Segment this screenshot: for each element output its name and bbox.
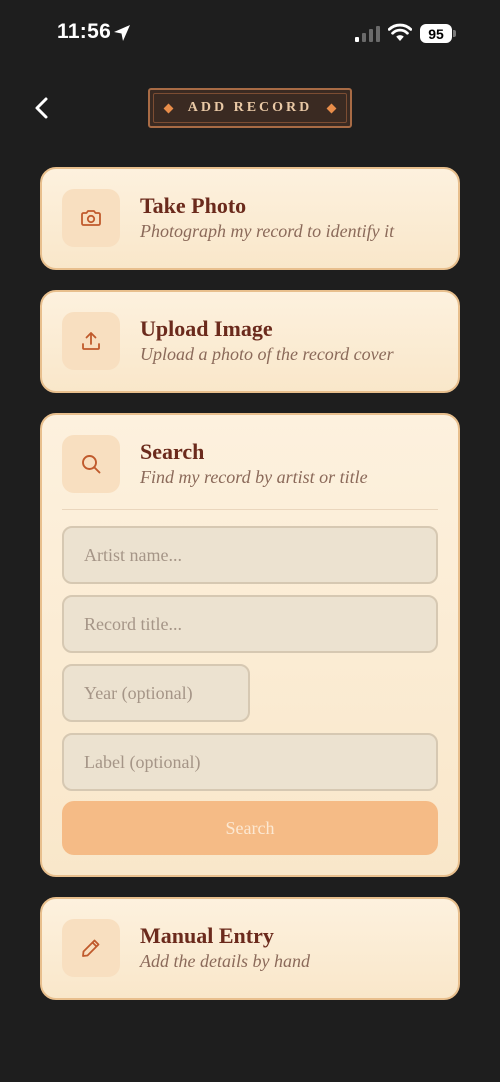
upload-image-subtitle: Upload a photo of the record cover	[140, 344, 394, 364]
page-title-badge: ADD RECORD	[148, 88, 352, 128]
status-bar: 11:56 95	[0, 0, 500, 68]
divider	[62, 509, 438, 510]
battery-level: 95	[420, 24, 452, 43]
manual-entry-card[interactable]: Manual Entry Add the details by hand	[40, 897, 460, 1000]
page-title: ADD RECORD	[187, 100, 313, 115]
record-title-input[interactable]	[62, 595, 438, 653]
take-photo-subtitle: Photograph my record to identify it	[140, 221, 395, 241]
search-button[interactable]: Search	[62, 801, 438, 855]
diamond-ornament-icon	[163, 103, 174, 113]
pencil-icon-box	[62, 919, 120, 977]
search-subtitle: Find my record by artist or title	[140, 467, 368, 487]
back-button[interactable]	[30, 94, 56, 122]
upload-image-title: Upload Image	[140, 316, 273, 341]
manual-entry-title: Manual Entry	[140, 923, 274, 948]
take-photo-title: Take Photo	[140, 193, 247, 218]
year-input[interactable]	[62, 664, 250, 722]
status-time: 11:56	[57, 20, 112, 43]
battery-icon: 95	[420, 24, 456, 43]
upload-icon-box	[62, 312, 120, 370]
wifi-icon	[388, 23, 412, 41]
upload-icon	[82, 332, 100, 350]
camera-icon	[81, 210, 101, 226]
upload-image-card[interactable]: Upload Image Upload a photo of the recor…	[40, 290, 460, 393]
location-arrow-icon	[114, 25, 130, 41]
search-icon	[82, 455, 101, 474]
camera-icon-box	[62, 189, 120, 247]
signal-icon	[355, 26, 380, 42]
manual-entry-subtitle: Add the details by hand	[140, 951, 310, 971]
search-card: Search Find my record by artist or title…	[40, 413, 460, 877]
pencil-icon	[82, 939, 100, 957]
diamond-ornament-icon	[326, 103, 337, 113]
search-title: Search	[140, 439, 205, 464]
take-photo-card[interactable]: Take Photo Photograph my record to ident…	[40, 167, 460, 270]
search-icon-box	[62, 435, 120, 493]
label-input[interactable]	[62, 733, 438, 791]
artist-name-input[interactable]	[62, 526, 438, 584]
